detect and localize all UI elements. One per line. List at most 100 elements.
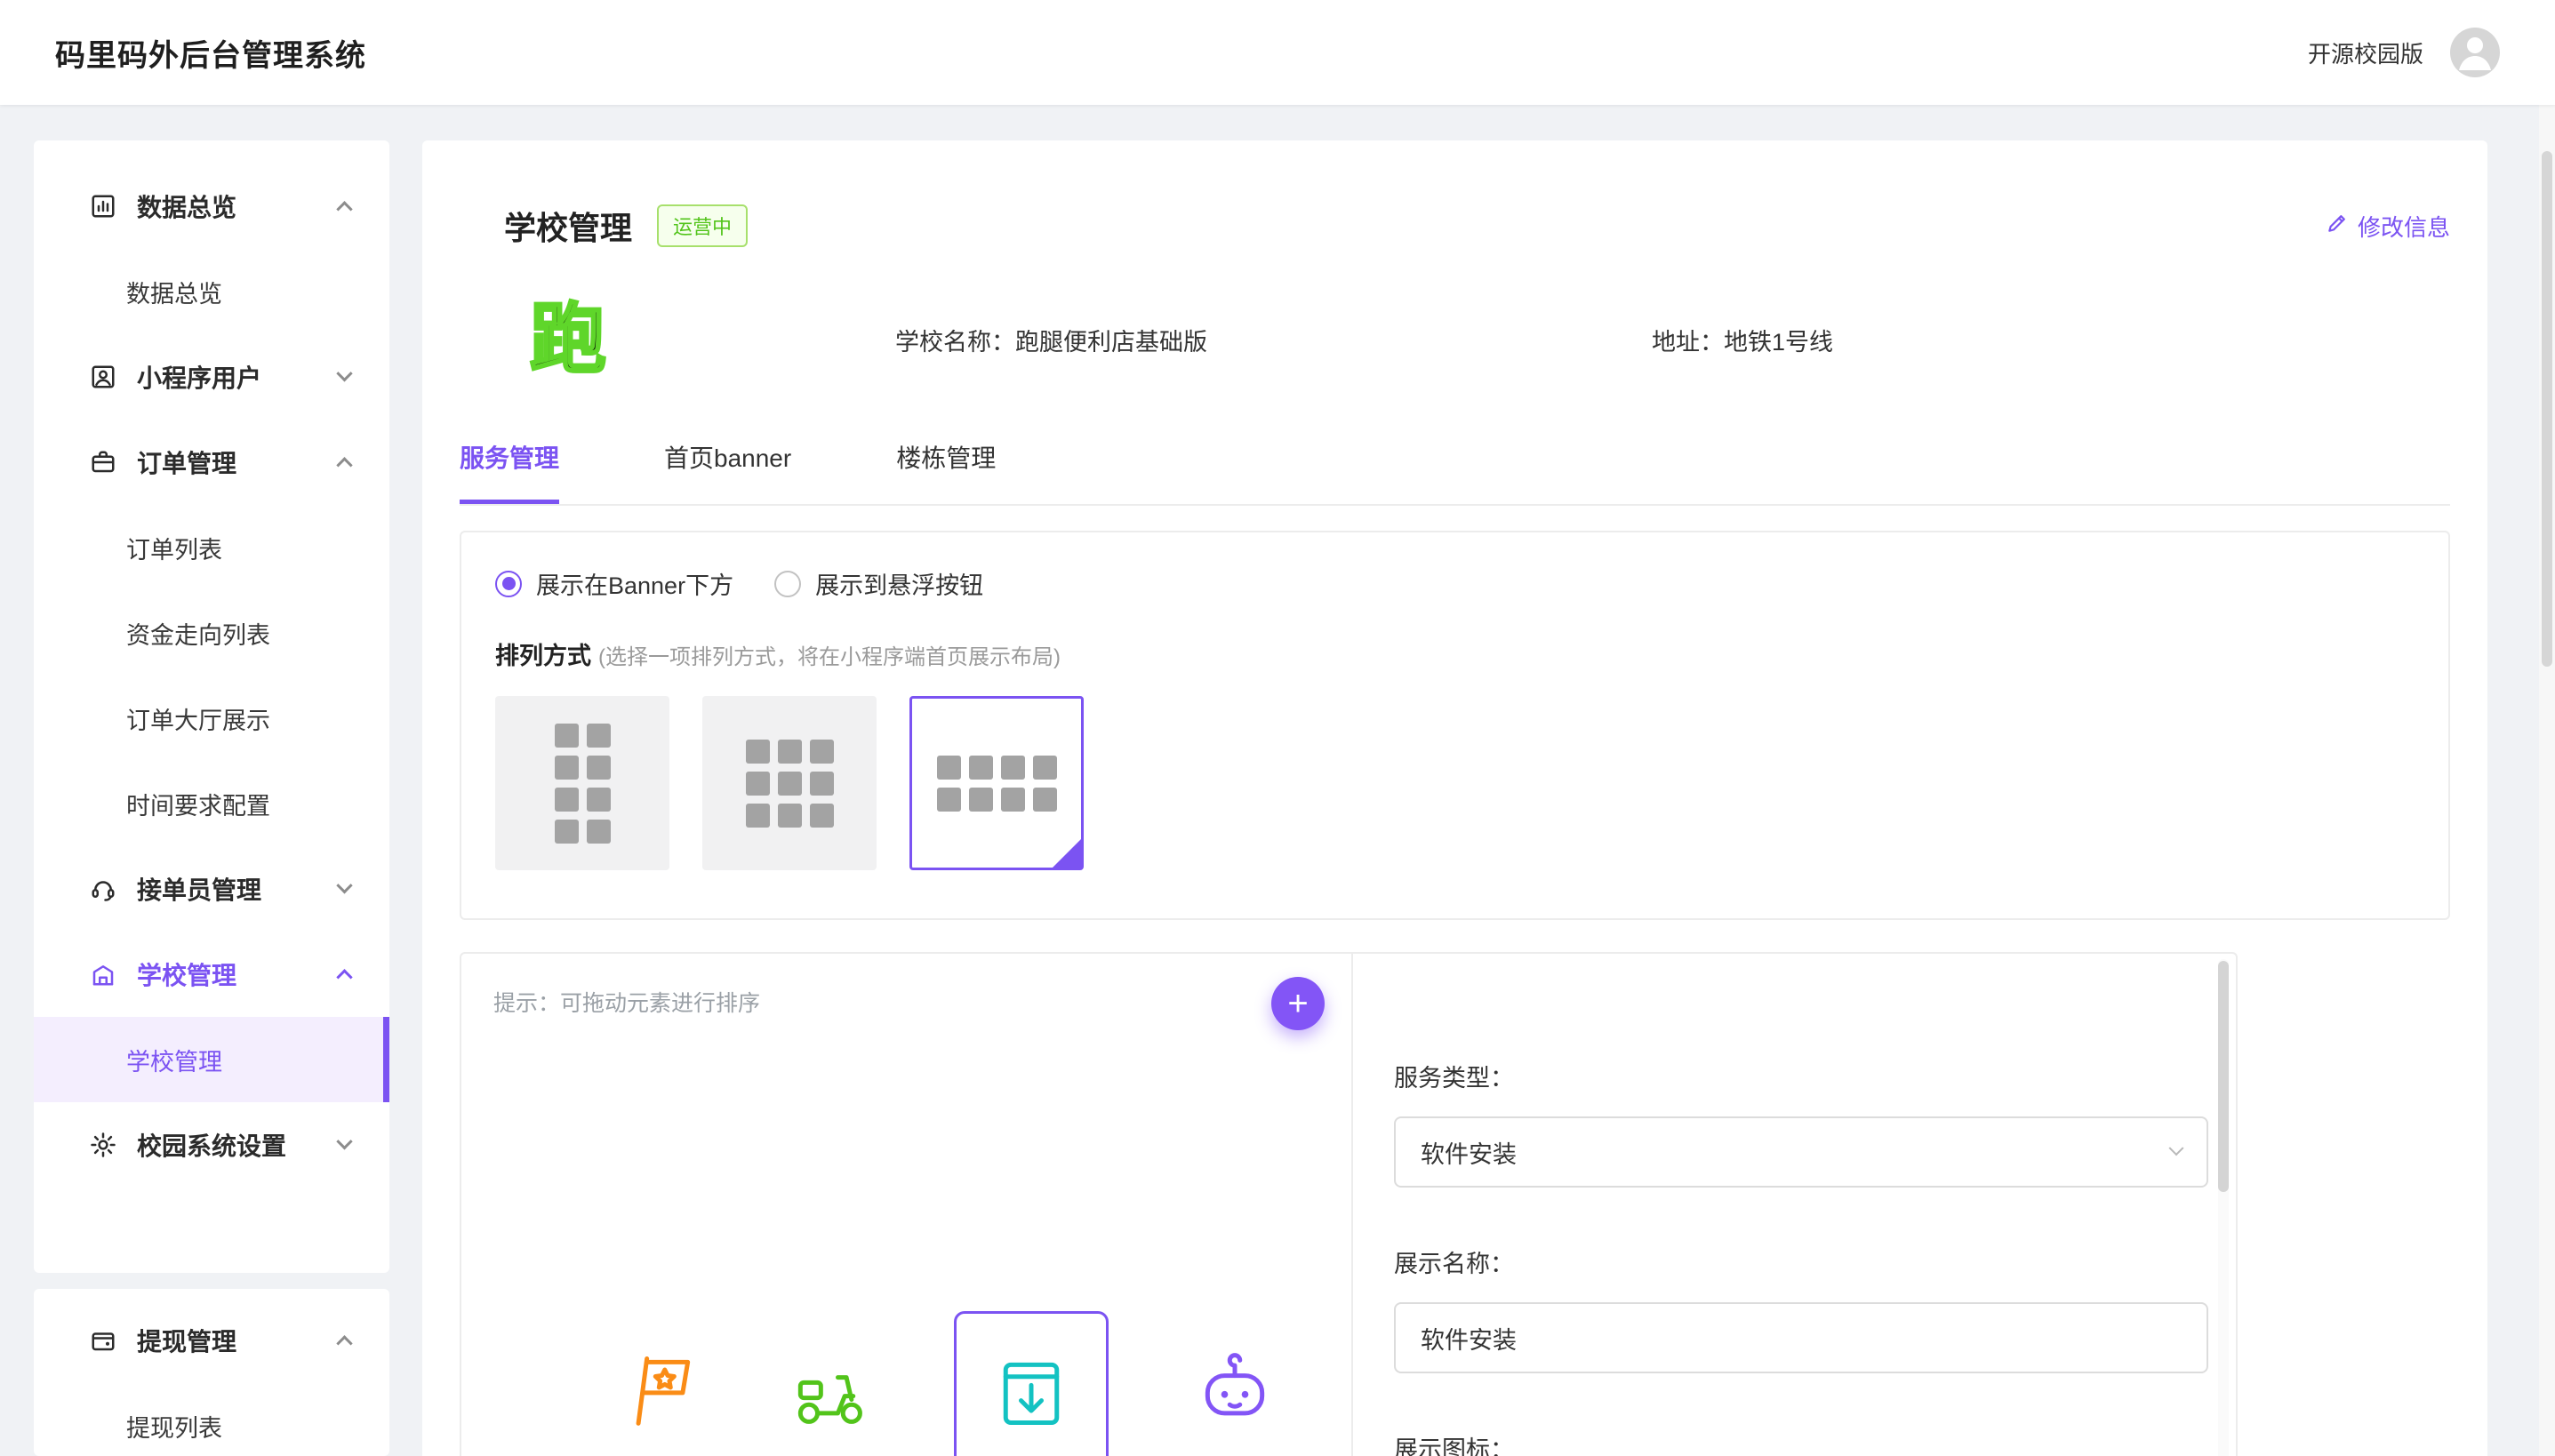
sidebar-item-time-requirement-config[interactable]: 时间要求配置 — [34, 761, 389, 846]
sidebar-item-withdraw-management[interactable]: 提现管理 — [34, 1298, 389, 1383]
grid-square — [746, 804, 770, 828]
layout-grid-preview — [746, 740, 834, 828]
edit-info-link[interactable]: 修改信息 — [2326, 210, 2450, 243]
sidebar-item-order-list[interactable]: 订单列表 — [34, 505, 389, 590]
withdraw-icon — [89, 1326, 117, 1355]
sidebar-item-data-overview[interactable]: 数据总览 — [34, 164, 389, 249]
tabs: 服务管理 首页banner 楼栋管理 — [460, 439, 2450, 506]
grid-square — [969, 788, 993, 812]
sidebar-item-label: 提现列表 — [126, 1409, 222, 1444]
sidebar-item-order-management[interactable]: 订单管理 — [34, 420, 389, 505]
status-badge: 运营中 — [657, 204, 748, 247]
gamepad-icon[interactable] — [1194, 1348, 1276, 1430]
sidebar-item-label: 提现管理 — [137, 1323, 236, 1358]
chevron-up-icon — [336, 969, 352, 985]
school-logo: 跑 — [524, 295, 613, 384]
gear-icon — [89, 1131, 117, 1159]
radio-label: 展示在Banner下方 — [536, 566, 733, 601]
sidebar-item-label: 订单列表 — [126, 531, 222, 565]
chevron-up-icon — [336, 1335, 352, 1351]
grid-square — [1001, 756, 1025, 780]
sidebar-card-main: 数据总览 数据总览 小程序用户 订单管理 订单列表 — [34, 140, 389, 1273]
service-type-select[interactable]: 软件安装 — [1394, 1116, 2208, 1188]
sidebar-item-fund-flow-list[interactable]: 资金走向列表 — [34, 590, 389, 676]
edition-label: 开源校园版 — [2308, 36, 2423, 69]
sidebar-item-data-overview-sub[interactable]: 数据总览 — [34, 249, 389, 334]
layout-option-4col-selected[interactable] — [909, 696, 1084, 870]
tab-building-management[interactable]: 楼栋管理 — [896, 439, 996, 504]
grid-square — [1001, 788, 1025, 812]
sidebar-item-label: 数据总览 — [126, 275, 222, 309]
radio-floating-button[interactable]: 展示到悬浮按钮 — [774, 566, 983, 601]
add-service-button[interactable]: + — [1271, 977, 1325, 1030]
window-scrollbar-thumb[interactable] — [2542, 151, 2552, 667]
grid-square — [1033, 788, 1057, 812]
grid-square — [778, 772, 802, 796]
chevron-up-icon — [336, 201, 352, 217]
flag-icon[interactable] — [620, 1348, 701, 1430]
grid-square — [587, 756, 611, 780]
service-icon-list — [620, 1348, 1276, 1456]
grid-square — [746, 772, 770, 796]
sidebar-item-label: 学校管理 — [137, 956, 236, 992]
sidebar-item-school-management[interactable]: 学校管理 — [34, 932, 389, 1017]
sidebar-item-courier-management[interactable]: 接单员管理 — [34, 846, 389, 932]
sidebar-item-label: 数据总览 — [137, 188, 236, 224]
grid-square — [810, 740, 834, 764]
service-sort-area: 提示：可拖动元素进行排序 + — [461, 954, 1353, 1456]
grid-square — [810, 772, 834, 796]
display-name-input[interactable]: 软件安装 — [1394, 1302, 2208, 1373]
display-name-value: 软件安装 — [1421, 1321, 1517, 1356]
sidebar-item-label: 小程序用户 — [137, 359, 261, 395]
grid-square — [969, 756, 993, 780]
selected-corner-badge — [1052, 838, 1082, 868]
panel-scrollbar-thumb[interactable] — [2218, 961, 2229, 1192]
sidebar-item-label: 校园系统设置 — [137, 1127, 286, 1163]
service-edit-form: 服务类型： 软件安装 展示名称： 软件安装 展示图标： — [1353, 954, 2236, 1456]
sidebar-item-miniprogram-users[interactable]: 小程序用户 — [34, 334, 389, 420]
sidebar-item-campus-system-settings[interactable]: 校园系统设置 — [34, 1102, 389, 1188]
sidebar-item-label: 时间要求配置 — [126, 787, 270, 821]
display-icon-label: 展示图标： — [1394, 1430, 2236, 1456]
radio-label: 展示到悬浮按钮 — [815, 566, 983, 601]
grid-square — [555, 820, 579, 844]
sidebar-item-order-hall-display[interactable]: 订单大厅展示 — [34, 676, 389, 761]
sidebar-item-label: 订单大厅展示 — [126, 701, 270, 736]
page-title-row: 学校管理 运营中 修改信息 — [460, 203, 2450, 249]
school-address: 地址：地铁1号线 — [1652, 323, 1833, 357]
dashboard-icon — [89, 192, 117, 220]
grid-square — [778, 740, 802, 764]
box-download-icon — [990, 1351, 1072, 1437]
sidebar-item-withdraw-list[interactable]: 提现列表 — [34, 1383, 389, 1456]
app-header: 码里码外后台管理系统 开源校园版 — [0, 0, 2555, 105]
chevron-down-icon — [2169, 1140, 2184, 1156]
tab-service-management[interactable]: 服务管理 — [460, 439, 559, 504]
layout-option-3col[interactable] — [702, 696, 877, 870]
layout-option-2col[interactable] — [495, 696, 669, 870]
service-sort-panel: 提示：可拖动元素进行排序 + — [460, 952, 2238, 1456]
grid-square — [587, 724, 611, 748]
display-settings-section: 展示在Banner下方 展示到悬浮按钮 排列方式 (选择一项排列方式，将在小程序… — [460, 531, 2450, 920]
sidebar-card-withdraw: 提现管理 提现列表 — [34, 1289, 389, 1456]
grid-square — [778, 804, 802, 828]
arrange-note: (选择一项排列方式，将在小程序端首页展示布局) — [598, 639, 1061, 670]
avatar[interactable] — [2450, 28, 2500, 77]
layout-grid-preview — [937, 756, 1057, 812]
pencil-icon — [2326, 212, 2349, 241]
radio-banner-below[interactable]: 展示在Banner下方 — [495, 566, 733, 601]
courier-icon — [89, 875, 117, 903]
grid-square — [937, 788, 961, 812]
grid-square — [555, 788, 579, 812]
sidebar-item-label: 订单管理 — [137, 444, 236, 480]
chevron-down-icon — [336, 1133, 352, 1149]
grid-square — [810, 804, 834, 828]
scooter-icon[interactable] — [787, 1348, 869, 1430]
radio-unselected-icon — [774, 571, 801, 597]
app-title: 码里码外后台管理系统 — [55, 31, 366, 75]
tab-home-banner[interactable]: 首页banner — [664, 439, 791, 504]
page-title: 学校管理 — [504, 203, 632, 249]
grid-square — [587, 820, 611, 844]
service-type-label: 服务类型： — [1394, 1059, 2236, 1093]
selected-service-item[interactable] — [954, 1311, 1109, 1456]
sidebar-item-school-management-sub[interactable]: 学校管理 — [34, 1017, 389, 1102]
